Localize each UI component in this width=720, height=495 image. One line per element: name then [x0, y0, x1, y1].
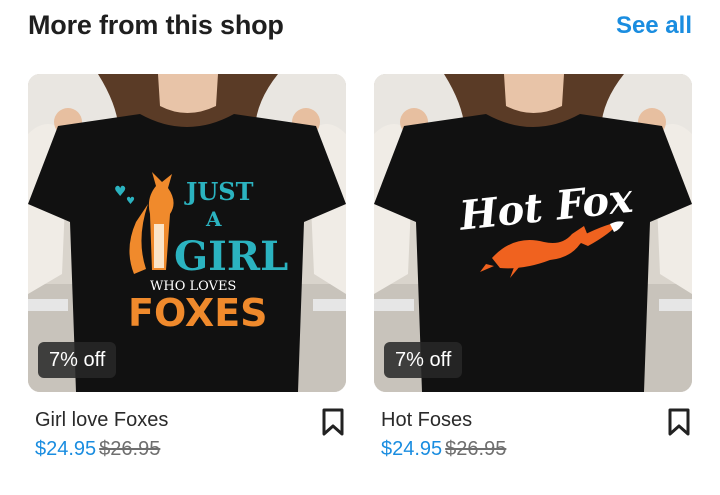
product-card[interactable]: ♥ ♥ JUST A GIRL WHO LOVES FOXES 7% off G…: [28, 74, 346, 460]
bookmark-icon[interactable]: [666, 408, 692, 436]
original-price: $26.95: [99, 438, 161, 460]
product-name[interactable]: Girl love Foxes: [35, 409, 168, 432]
svg-text:♥: ♥: [126, 196, 135, 207]
product-image[interactable]: ♥ ♥ JUST A GIRL WHO LOVES FOXES 7% off: [28, 74, 346, 392]
product-price: $24.95: [381, 438, 443, 460]
design-line-5: FOXES: [128, 291, 268, 335]
price-row: $24.95 $26.95: [381, 438, 506, 461]
price-row: $24.95 $26.95: [35, 438, 160, 461]
product-price: $24.95: [35, 438, 97, 460]
design-line-2: A: [205, 207, 222, 231]
bookmark-icon[interactable]: [320, 408, 346, 436]
product-name[interactable]: Hot Foses: [381, 409, 472, 432]
section-title: More from this shop: [28, 10, 284, 40]
design-line-1: JUST: [184, 177, 254, 206]
see-all-link[interactable]: See all: [616, 12, 692, 40]
svg-text:♥: ♥: [114, 184, 127, 200]
design-line-3: GIRL: [174, 233, 288, 280]
product-card[interactable]: Hot Fox 7% off Hot Foses $24.95 $26.95: [374, 74, 692, 460]
discount-badge: 7% off: [38, 342, 117, 378]
discount-badge: 7% off: [384, 342, 463, 378]
product-image[interactable]: Hot Fox 7% off: [374, 74, 692, 392]
original-price: $26.95: [445, 438, 507, 460]
